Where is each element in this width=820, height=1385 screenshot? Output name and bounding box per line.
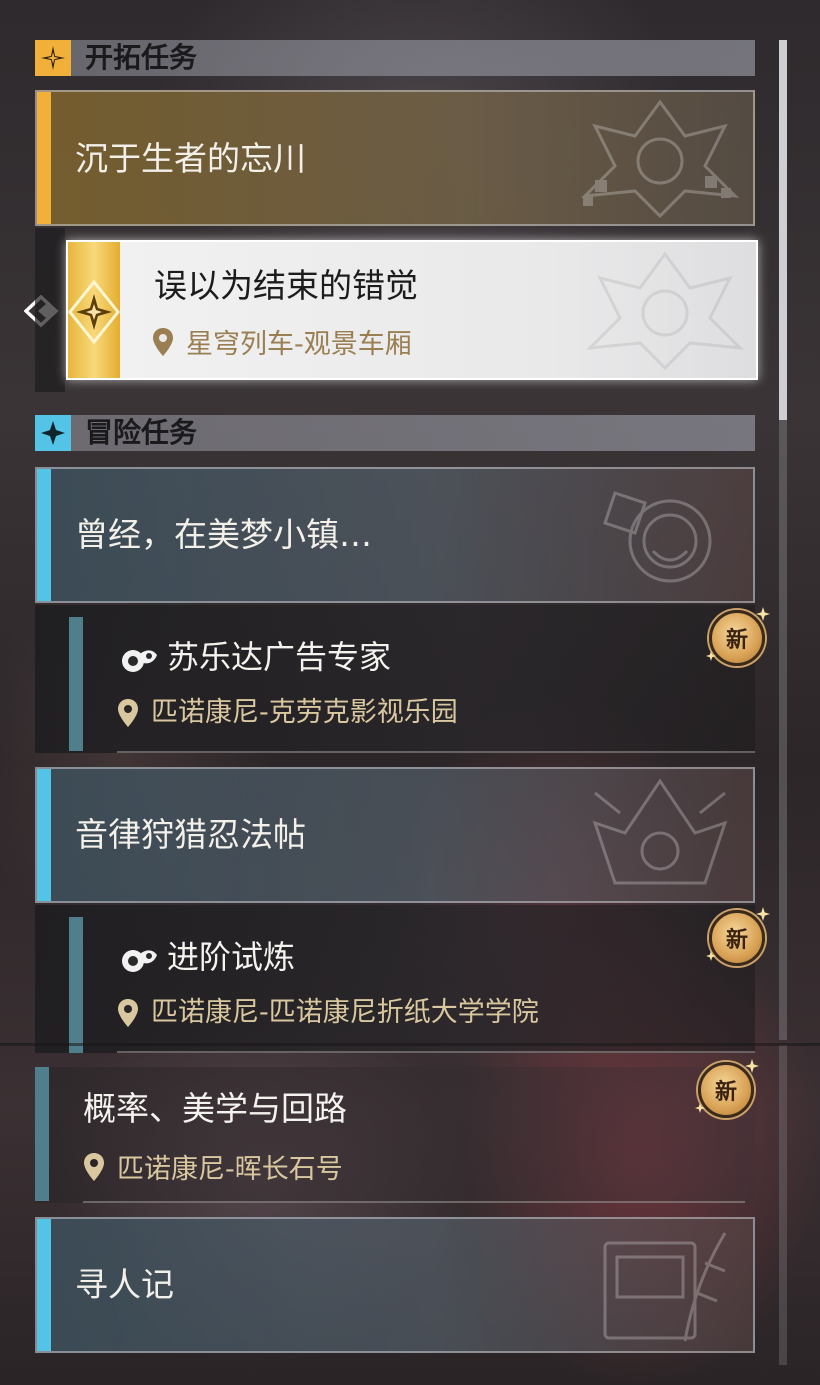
adventure-quest-card[interactable]: 曾经，在美梦小镇… (35, 467, 755, 603)
quest-accent-stripe (37, 1219, 51, 1351)
sparkle-icon (756, 607, 770, 621)
new-badge: 新 (706, 907, 770, 966)
scrollbar-thumb[interactable] (779, 40, 787, 420)
quest-location-row: 匹诺康尼-晖长石号 (83, 1147, 343, 1186)
quest-accent-stripe (37, 92, 51, 224)
location-text: 星穹列车-观景车厢 (186, 329, 412, 360)
sub-quest-divider (117, 1051, 755, 1053)
trailblaze-emblem-icon (585, 251, 745, 371)
sub-quest-location-row: 匹诺康尼-匹诺康尼折纸大学学院 (117, 997, 539, 1029)
sub-quest-title: 进阶试炼 (167, 938, 296, 976)
new-badge-label: 新 (714, 1080, 737, 1105)
trailblaze-quest-card[interactable]: 沉于生者的忘川 (35, 90, 755, 226)
location-text: 匹诺康尼-晖长石号 (117, 1154, 343, 1185)
adventure-quest-item[interactable]: 概率、美学与回路 匹诺康尼-晖长石号 (35, 1067, 755, 1203)
trailblaze-quest-icon (68, 279, 120, 345)
compass-star-icon (35, 40, 71, 76)
adventure-quest-card[interactable]: 寻人记 (35, 1217, 755, 1353)
section-title: 开拓任务 (85, 41, 198, 74)
adventure-quest-icon (122, 650, 157, 672)
panel-divider (0, 1043, 820, 1046)
quest-accent-bar (35, 1067, 49, 1201)
sparkle-icon (745, 1059, 759, 1073)
sub-quest-accent-bar (69, 617, 83, 751)
quest-accent-stripe (37, 469, 51, 601)
adventure-sub-quest[interactable]: 苏乐达广告专家 匹诺康尼-克劳克影视乐园 (35, 605, 755, 753)
ninja-emblem-icon (592, 778, 728, 885)
quest-title: 寻人记 (75, 1265, 174, 1304)
location-text: 匹诺康尼-克劳克影视乐园 (151, 697, 458, 728)
adventure-quest-card[interactable]: 音律狩猎忍法帖 (35, 767, 755, 903)
dreamville-emblem-icon (603, 491, 712, 583)
quest-title: 概率、美学与回路 (83, 1089, 347, 1128)
quest-divider (83, 1201, 745, 1203)
sub-quest-title: 苏乐达广告专家 (167, 638, 392, 676)
sub-quest-accent-bar (69, 917, 83, 1053)
sparkle-icon (756, 907, 770, 921)
quest-title: 沉于生者的忘川 (75, 139, 306, 178)
sub-quest-divider (117, 751, 755, 753)
new-badge-label: 新 (725, 928, 748, 953)
sub-quest-location-row: 匹诺康尼-克劳克影视乐园 (117, 697, 458, 729)
quest-accent-stripe (37, 769, 51, 901)
new-badge: 新 (695, 1059, 759, 1118)
adventure-section-header: 冒险任务 (35, 415, 755, 451)
four-point-star-icon (35, 415, 71, 451)
location-text: 匹诺康尼-匹诺康尼折纸大学学院 (151, 997, 539, 1028)
adventure-quest-icon (122, 950, 157, 972)
map-pin-icon (118, 699, 138, 727)
sub-quest-band (35, 228, 65, 392)
map-pin-icon (153, 327, 173, 356)
new-badge: 新 (706, 607, 770, 666)
new-badge-label: 新 (725, 628, 748, 653)
trailblaze-quest-icon-panel (68, 242, 120, 378)
book-feather-emblem-icon (603, 1232, 727, 1342)
adventure-sub-quest[interactable]: 进阶试炼 匹诺康尼-匹诺康尼折纸大学学院 (35, 905, 755, 1053)
section-title: 冒险任务 (85, 416, 198, 449)
map-pin-icon (84, 1152, 104, 1181)
quest-title: 音律狩猎忍法帖 (75, 815, 306, 854)
map-pin-icon (118, 999, 138, 1027)
trailblaze-section-header: 开拓任务 (35, 40, 755, 76)
sub-quest-title: 误以为结束的错觉 (154, 266, 418, 305)
quest-title: 曾经，在美梦小镇… (75, 515, 372, 554)
sub-quest-location-row: 星穹列车-观景车厢 (152, 322, 412, 361)
trailblaze-emblem-icon (580, 99, 740, 219)
selected-sub-quest-card[interactable]: 误以为结束的错觉 星穹列车-观景车厢 (66, 240, 758, 380)
scrollbar-track-lower (779, 1045, 787, 1365)
